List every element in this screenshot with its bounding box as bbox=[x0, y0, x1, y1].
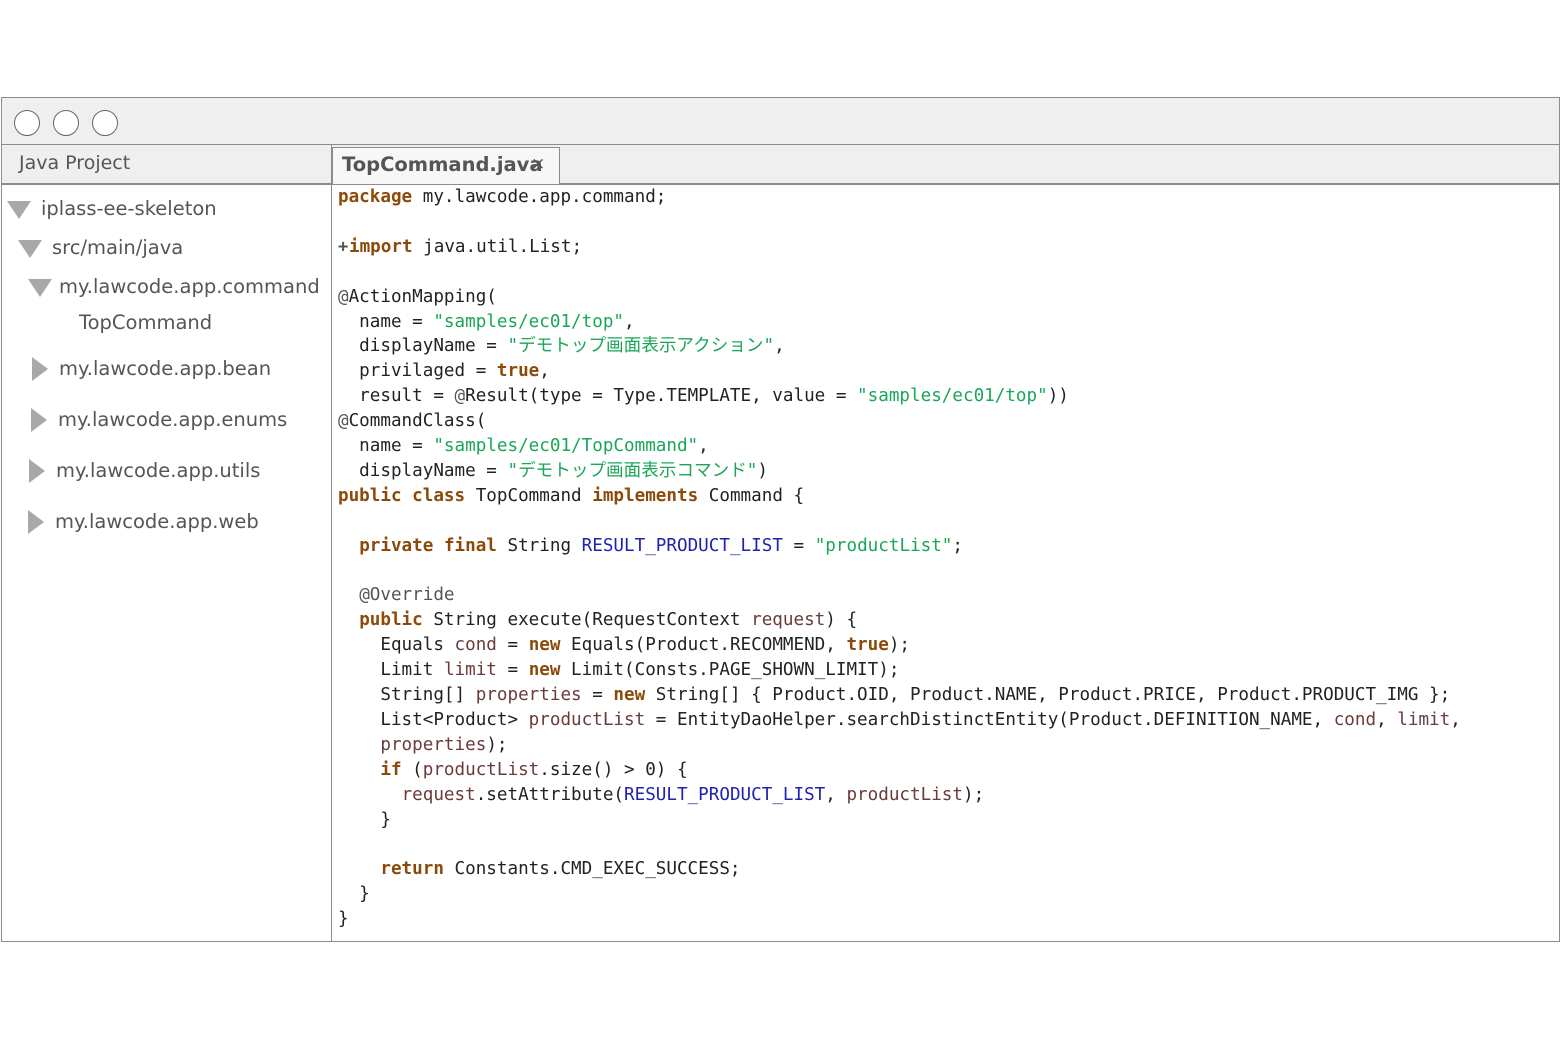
window-minimize-control[interactable] bbox=[53, 110, 79, 136]
code-line: if (productList.size() > 0) { bbox=[380, 759, 688, 780]
code-line: @Override bbox=[359, 585, 455, 606]
tree-item[interactable]: my.lawcode.app.enums bbox=[2, 405, 331, 435]
code-line: properties); bbox=[380, 734, 508, 755]
tab-topcommand-java[interactable]: TopCommand.java × bbox=[332, 147, 560, 184]
code-area[interactable]: package my.lawcode.app.command; + import j… bbox=[338, 185, 1553, 937]
tree-item[interactable]: src/main/java bbox=[2, 233, 331, 263]
fold-expand-icon[interactable]: + bbox=[338, 235, 348, 260]
tree-item-label: TopCommand bbox=[79, 311, 213, 334]
code-line: Equals cond = new Equals(Product.RECOMME… bbox=[338, 635, 911, 656]
code-line: displayName = "デモトップ画面表示コマンド") bbox=[338, 460, 768, 481]
tree-item[interactable]: iplass-ee-skeleton bbox=[2, 194, 331, 224]
collapsed-triangle-icon[interactable] bbox=[31, 408, 47, 432]
tree-item[interactable]: my.lawcode.app.command bbox=[2, 272, 331, 302]
project-explorer-title: Java Project bbox=[19, 152, 131, 174]
window-close-control[interactable] bbox=[14, 110, 40, 136]
project-explorer: Java Project iplass-ee-skeleton src/main/… bbox=[2, 145, 332, 941]
tree-item-label: my.lawcode.app.command bbox=[59, 275, 320, 298]
tree-item-label: my.lawcode.app.enums bbox=[58, 408, 288, 431]
tree-item[interactable]: TopCommand bbox=[2, 308, 331, 338]
tree-item[interactable]: my.lawcode.app.utils bbox=[2, 456, 331, 486]
tab-label: TopCommand.java bbox=[342, 153, 543, 176]
code-line: Limit limit = new Limit(Consts.PAGE_SHOW… bbox=[338, 660, 900, 681]
code-line: @CommandClass( bbox=[338, 411, 487, 432]
tab-close-icon[interactable]: × bbox=[531, 154, 545, 174]
tree-item[interactable]: my.lawcode.app.bean bbox=[2, 354, 331, 384]
window-maximize-control[interactable] bbox=[92, 110, 118, 136]
code-line: } bbox=[338, 884, 370, 905]
collapsed-triangle-icon[interactable] bbox=[28, 510, 44, 534]
code-line: List<Product> productList = EntityDaoHel… bbox=[338, 709, 1461, 730]
code-line: package my.lawcode.app.command; bbox=[338, 187, 667, 207]
expanded-triangle-icon[interactable] bbox=[7, 201, 31, 219]
expanded-triangle-icon[interactable] bbox=[18, 240, 42, 258]
title-bar bbox=[2, 98, 1559, 145]
code-line: name = "samples/ec01/TopCommand", bbox=[338, 436, 709, 456]
code-line: @ActionMapping( bbox=[338, 286, 497, 307]
code-editor: TopCommand.java × package my.lawcode.app… bbox=[332, 145, 1559, 941]
code-line: private final String RESULT_PRODUCT_LIST… bbox=[359, 535, 963, 556]
tree-item-label: my.lawcode.app.utils bbox=[56, 459, 261, 482]
code-line: return Constants.CMD_EXEC_SUCCESS; bbox=[380, 859, 741, 880]
code-line: name = "samples/ec01/top", bbox=[338, 311, 635, 332]
editor-tab-strip: TopCommand.java × bbox=[332, 145, 1559, 185]
code-line: } bbox=[338, 809, 391, 830]
tree-item-label: my.lawcode.app.web bbox=[55, 510, 259, 533]
code-line: String[] properties = new String[] { Pro… bbox=[338, 685, 1451, 705]
ide-window: Java Project iplass-ee-skeleton src/main/… bbox=[1, 97, 1560, 942]
project-explorer-header: Java Project bbox=[2, 145, 331, 185]
code-line: result = @Result(type = Type.TEMPLATE, v… bbox=[338, 386, 1069, 407]
code-line: } bbox=[338, 909, 349, 930]
code-line: public class TopCommand implements Comma… bbox=[338, 485, 805, 506]
tree-item[interactable]: my.lawcode.app.web bbox=[2, 507, 331, 537]
tree-item-label: src/main/java bbox=[52, 236, 184, 259]
tree-item-label: my.lawcode.app.bean bbox=[59, 357, 272, 380]
collapsed-triangle-icon[interactable] bbox=[29, 459, 45, 483]
code-line: public String execute(RequestContext req… bbox=[359, 610, 858, 631]
code-line: displayName = "デモトップ画面表示アクション", bbox=[338, 336, 785, 357]
code-line: request.setAttribute(RESULT_PRODUCT_LIST… bbox=[401, 784, 985, 805]
code-line: + import java.util.List; bbox=[338, 235, 582, 260]
expanded-triangle-icon[interactable] bbox=[28, 279, 52, 297]
tree-item-label: iplass-ee-skeleton bbox=[41, 197, 217, 220]
code-line: privilaged = true, bbox=[338, 361, 550, 382]
collapsed-triangle-icon[interactable] bbox=[32, 357, 48, 381]
